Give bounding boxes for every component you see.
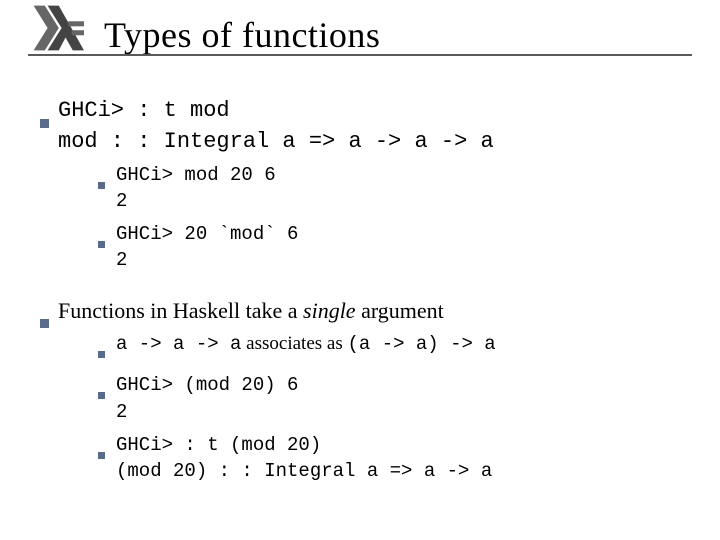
code-line: GHCi> : t (mod 20) (116, 434, 321, 456)
code-line: GHCi> : t mod (58, 98, 230, 123)
subbullet-mod-prefix: GHCi> mod 20 6 2 (98, 162, 680, 215)
code-inline: (a -> a) -> a (347, 333, 495, 355)
bullet-single-argument: Functions in Haskell take a single argum… (40, 296, 680, 491)
code-line: GHCi> 20 `mod` 6 (116, 223, 298, 245)
slide-content: GHCi> : t mod mod : : Integral a => a ->… (40, 96, 680, 507)
code-inline: a -> a -> a (116, 333, 241, 355)
text: Functions in Haskell take a (58, 298, 303, 323)
code-line: mod : : Integral a => a -> a -> a (58, 129, 494, 154)
code-line: GHCi> (mod 20) 6 (116, 374, 298, 396)
code-line: (mod 20) : : Integral a => a -> a (116, 460, 492, 482)
slide-title: Types of functions (104, 14, 380, 56)
code-line: 2 (116, 401, 127, 423)
code-line: GHCi> mod 20 6 (116, 164, 276, 186)
subbullet-mod20-apply: GHCi> (mod 20) 6 2 (98, 372, 680, 425)
title-underline (28, 54, 692, 56)
subbullet-associates: a -> a -> a associates as (a -> a) -> a (98, 331, 680, 367)
text: associates as (246, 333, 347, 354)
code-line: 2 (116, 190, 127, 212)
text-emph: single (303, 298, 356, 323)
subbullet-mod20-type: GHCi> : t (mod 20) (mod 20) : : Integral… (98, 432, 680, 485)
text: argument (361, 298, 444, 323)
bullet-type-mod: GHCi> : t mod mod : : Integral a => a ->… (40, 96, 680, 280)
subbullet-mod-infix: GHCi> 20 `mod` 6 2 (98, 221, 680, 274)
code-line: 2 (116, 249, 127, 271)
haskell-logo-icon (28, 0, 84, 56)
